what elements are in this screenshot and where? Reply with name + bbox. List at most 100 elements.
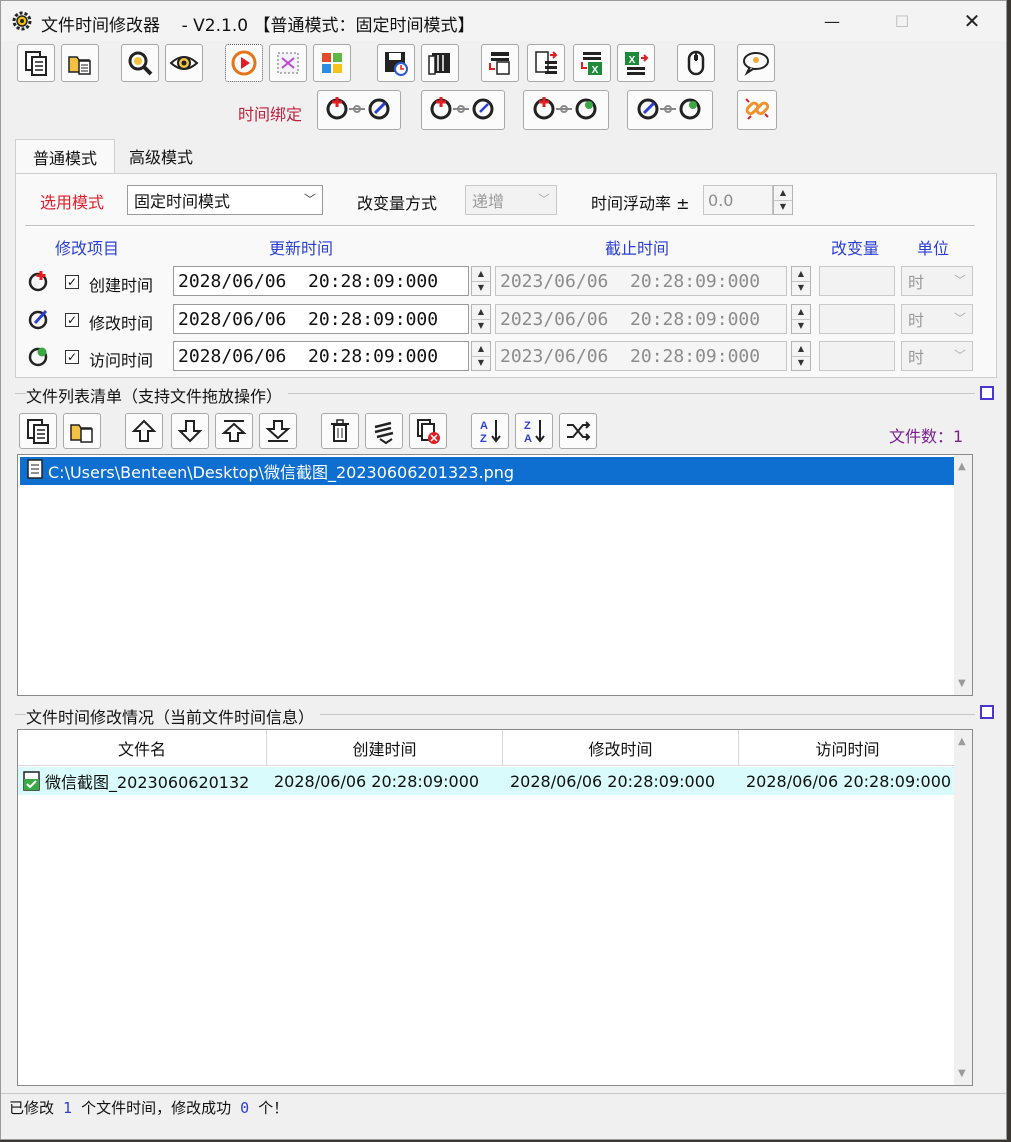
list-copy-files-button[interactable]	[19, 413, 57, 449]
chat-button[interactable]	[737, 44, 775, 82]
zoom-search-button[interactable]	[121, 44, 159, 82]
file-list-scrollbar[interactable]: ▲ ▼	[954, 455, 972, 695]
bind-create-access-button[interactable]	[421, 90, 505, 130]
create-unit-select[interactable]: 时 ﹀	[901, 266, 973, 296]
app-gear-icon	[11, 10, 33, 32]
create-update-time-spinner[interactable]: ▲ ▼	[471, 266, 491, 296]
svg-text:X: X	[629, 55, 636, 66]
stop-button[interactable]	[269, 44, 307, 82]
header-deadline-time: 截止时间	[605, 239, 670, 258]
move-down-button[interactable]	[171, 413, 209, 449]
bind-create-access-alt-button[interactable]	[523, 90, 609, 130]
access-deadline-time-spinner[interactable]: ▲ ▼	[791, 341, 811, 371]
file-time-grid[interactable]: 文件名 创建时间 修改时间 访问时间 微信截图_2023060620132 20…	[17, 729, 973, 1086]
chevron-down-icon: ﹀	[953, 348, 966, 363]
clear-icon	[370, 417, 398, 445]
access-update-time-input[interactable]: 2028/06/06 20:28:09:000	[173, 341, 469, 371]
float-rate-input[interactable]: 0.0	[703, 185, 773, 215]
move-bottom-button[interactable]	[259, 413, 297, 449]
modify-time-checkbox[interactable]: ✓	[65, 313, 79, 327]
spin-down-icon: ▼	[792, 318, 810, 334]
archive-button[interactable]	[421, 44, 459, 82]
unbind-button[interactable]	[737, 90, 777, 130]
float-rate-spinner[interactable]: ▲ ▼	[773, 185, 793, 215]
grid-scrollbar[interactable]: ▲ ▼	[954, 730, 972, 1085]
access-update-time-spinner[interactable]: ▲ ▼	[471, 341, 491, 371]
mouse-button[interactable]	[677, 44, 715, 82]
change-method-value: 递增	[472, 192, 505, 211]
chevron-down-icon: ﹀	[953, 273, 966, 288]
save-button[interactable]	[377, 44, 415, 82]
access-time-checkbox[interactable]: ✓	[65, 350, 79, 364]
list-item[interactable]: C:\Users\Benteen\Desktop\微信截图_2023060620…	[20, 457, 956, 485]
modify-change-amount-input[interactable]	[819, 304, 895, 334]
bind-modify-access-icon	[634, 93, 706, 127]
tab-normal-mode[interactable]: 普通模式	[15, 139, 115, 173]
scroll-up-icon[interactable]: ▲	[958, 736, 966, 747]
export-list-button[interactable]	[527, 44, 565, 82]
chevron-down-icon: ﹀	[953, 311, 966, 326]
app-window: 文件时间修改器 - V2.1.0 【普通模式：固定时间模式】 — ☐ ✕ X X	[0, 0, 1007, 1140]
grid-filename-text: 微信截图_2023060620132	[45, 773, 250, 792]
clear-list-button[interactable]	[365, 413, 403, 449]
bind-create-modify-button[interactable]	[317, 90, 401, 130]
sort-za-button[interactable]: ZA	[515, 413, 553, 449]
file-listbox[interactable]: C:\Users\Benteen\Desktop\微信截图_2023060620…	[17, 454, 973, 696]
import-list-button[interactable]	[481, 44, 519, 82]
shuffle-icon	[564, 417, 592, 445]
scroll-up-icon[interactable]: ▲	[958, 461, 966, 472]
grid-cell-filename: 微信截图_2023060620132	[22, 767, 267, 795]
tab-advanced-mode[interactable]: 高级模式	[115, 141, 207, 171]
maximize-button[interactable]: ☐	[879, 1, 925, 41]
add-folder-icon	[66, 49, 94, 77]
create-change-amount-input[interactable]	[819, 266, 895, 296]
move-up-button[interactable]	[125, 413, 163, 449]
create-update-time-input[interactable]: 2028/06/06 20:28:09:000	[173, 266, 469, 296]
mode-select[interactable]: 固定时间模式 ﹀	[127, 185, 323, 215]
modify-update-time-spinner[interactable]: ▲ ▼	[471, 304, 491, 334]
access-unit-select[interactable]: 时 ﹀	[901, 341, 973, 371]
spin-up-icon: ▲	[477, 306, 485, 316]
modify-unit-select[interactable]: 时 ﹀	[901, 304, 973, 334]
spin-up-icon: ▲	[477, 268, 485, 278]
preview-button[interactable]	[165, 44, 203, 82]
windows-button[interactable]	[313, 44, 351, 82]
list-add-folder-button[interactable]	[63, 413, 101, 449]
change-method-select[interactable]: 递增 ﹀	[465, 185, 557, 215]
file-path: C:\Users\Benteen\Desktop\微信截图_2023060620…	[48, 463, 515, 482]
create-time-checkbox[interactable]: ✓	[65, 275, 79, 289]
sort-za-icon: ZA	[520, 417, 548, 445]
excel-export-button[interactable]: X	[617, 44, 655, 82]
grid-header-modify-time[interactable]: 修改时间	[503, 730, 739, 766]
spin-down-icon: ▼	[792, 355, 810, 371]
copy-files-button[interactable]	[17, 44, 55, 82]
create-deadline-time-spinner[interactable]: ▲ ▼	[791, 266, 811, 296]
bind-modify-access-button[interactable]	[627, 90, 713, 130]
delete-button[interactable]	[321, 413, 359, 449]
grid-header-filename[interactable]: 文件名	[18, 730, 267, 766]
grid-header-create-time[interactable]: 创建时间	[267, 730, 503, 766]
add-folder-button[interactable]	[61, 44, 99, 82]
modify-update-time-input[interactable]: 2028/06/06 20:28:09:000	[173, 304, 469, 334]
sort-az-button[interactable]: AZ	[471, 413, 509, 449]
access-deadline-time-input[interactable]: 2023/06/06 20:28:09:000	[495, 341, 787, 371]
remove-invalid-button[interactable]	[409, 413, 447, 449]
move-top-button[interactable]	[215, 413, 253, 449]
table-row[interactable]: 微信截图_2023060620132 2028/06/06 20:28:09:0…	[18, 767, 956, 795]
excel-import-icon: X	[578, 49, 606, 77]
run-button[interactable]	[225, 44, 263, 82]
grid-header-access-time[interactable]: 访问时间	[739, 730, 956, 766]
close-button[interactable]: ✕	[949, 1, 995, 41]
modify-deadline-time-spinner[interactable]: ▲ ▼	[791, 304, 811, 334]
scroll-down-icon[interactable]: ▼	[958, 678, 966, 689]
create-deadline-time-input[interactable]: 2023/06/06 20:28:09:000	[495, 266, 787, 296]
excel-import-button[interactable]: X	[573, 44, 611, 82]
file-list-collapse-button[interactable]	[980, 386, 994, 400]
access-change-amount-input[interactable]	[819, 341, 895, 371]
minimize-button[interactable]: —	[809, 1, 855, 41]
scroll-down-icon[interactable]: ▼	[958, 1068, 966, 1079]
shuffle-button[interactable]	[559, 413, 597, 449]
modify-deadline-time-input[interactable]: 2023/06/06 20:28:09:000	[495, 304, 787, 334]
status-grid-collapse-button[interactable]	[980, 705, 994, 719]
spin-up-icon: ▲	[797, 306, 805, 316]
